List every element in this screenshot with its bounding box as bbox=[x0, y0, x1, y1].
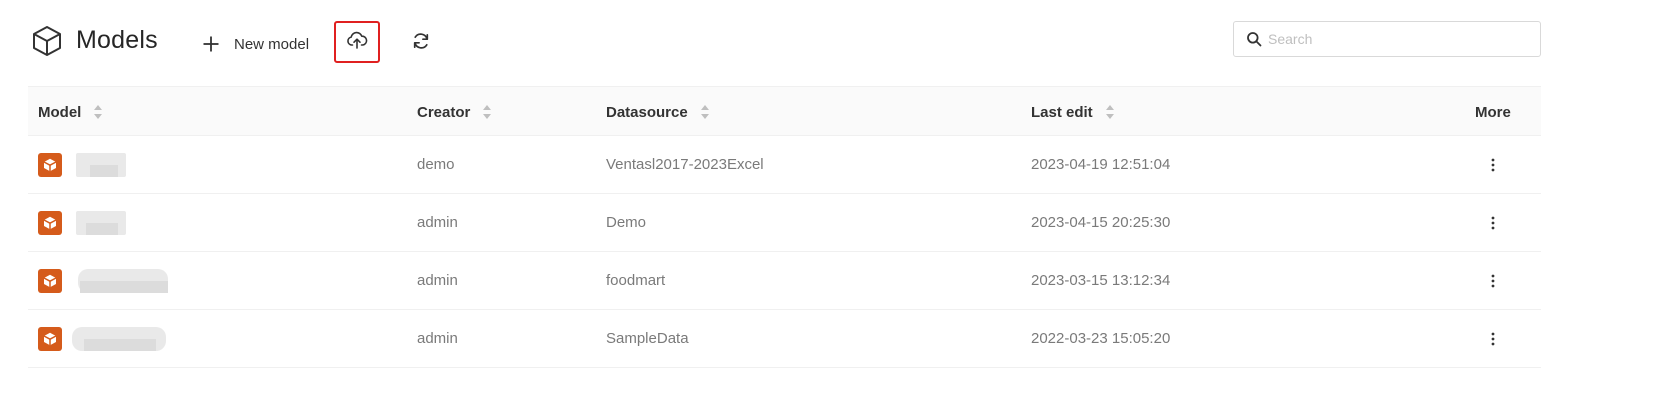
datasource-cell: Ventasl2017-2023Excel bbox=[606, 156, 764, 173]
table-row[interactable]: demo Ventasl2017-2023Excel 2023-04-19 12… bbox=[28, 136, 1541, 194]
sort-icon[interactable] bbox=[93, 104, 103, 120]
last-edit-cell: 2023-04-15 20:25:30 bbox=[1031, 214, 1171, 231]
column-label: Last edit bbox=[1031, 103, 1093, 121]
new-model-label: New model bbox=[234, 35, 310, 53]
table-row[interactable]: admin SampleData 2022-03-23 15:05:20 bbox=[28, 310, 1541, 368]
table-header: Model Creator Datasource Last edit More bbox=[28, 86, 1541, 136]
upload-model-button[interactable] bbox=[334, 21, 380, 63]
model-cube-icon bbox=[38, 152, 62, 177]
redacted-text bbox=[90, 164, 118, 177]
datasource-cell: SampleData bbox=[606, 330, 689, 347]
column-label: Creator bbox=[417, 103, 471, 121]
more-cell[interactable] bbox=[1485, 136, 1501, 193]
redacted-text bbox=[84, 338, 156, 351]
refresh-icon bbox=[411, 31, 431, 56]
column-label: Datasource bbox=[606, 103, 688, 121]
page-header: Models New model bbox=[0, 0, 1653, 86]
sort-icon[interactable] bbox=[700, 104, 710, 120]
redacted-text bbox=[86, 222, 118, 235]
model-cell[interactable] bbox=[38, 194, 130, 251]
model-cell[interactable] bbox=[38, 310, 170, 367]
sort-icon[interactable] bbox=[482, 104, 492, 120]
last-edit-cell: 2022-03-23 15:05:20 bbox=[1031, 330, 1171, 347]
column-label: More bbox=[1475, 103, 1511, 121]
page-title: Models bbox=[76, 26, 158, 54]
datasource-cell: foodmart bbox=[606, 272, 666, 289]
datasource-cell: Demo bbox=[606, 214, 647, 231]
new-model-button[interactable]: New model bbox=[198, 30, 309, 58]
model-name[interactable] bbox=[70, 266, 170, 296]
model-name[interactable] bbox=[70, 324, 170, 354]
more-cell[interactable] bbox=[1485, 194, 1501, 251]
more-vertical-icon[interactable] bbox=[1485, 157, 1501, 173]
models-table: Model Creator Datasource Last edit More bbox=[28, 86, 1541, 368]
table-row[interactable]: admin Demo 2023-04-15 20:25:30 bbox=[28, 194, 1541, 252]
creator-cell: admin bbox=[417, 272, 458, 289]
last-edit-cell: 2023-04-19 12:51:04 bbox=[1031, 156, 1171, 173]
column-header-model[interactable]: Model bbox=[38, 87, 103, 137]
creator-cell: demo bbox=[417, 156, 455, 173]
column-header-datasource[interactable]: Datasource bbox=[606, 87, 710, 137]
column-header-last-edit[interactable]: Last edit bbox=[1031, 87, 1115, 137]
model-name[interactable] bbox=[70, 150, 130, 180]
search-input[interactable] bbox=[1268, 31, 1518, 47]
search-box[interactable] bbox=[1233, 21, 1541, 57]
plus-icon bbox=[202, 35, 220, 53]
sort-icon[interactable] bbox=[1105, 104, 1115, 120]
refresh-button[interactable] bbox=[408, 30, 434, 56]
column-header-creator[interactable]: Creator bbox=[417, 87, 492, 137]
more-cell[interactable] bbox=[1485, 252, 1501, 309]
model-cell[interactable] bbox=[38, 136, 130, 193]
creator-cell: admin bbox=[417, 214, 458, 231]
more-vertical-icon[interactable] bbox=[1485, 331, 1501, 347]
model-cell[interactable] bbox=[38, 252, 170, 309]
column-header-more: More bbox=[1475, 87, 1511, 137]
model-name[interactable] bbox=[70, 208, 130, 238]
redacted-text bbox=[80, 280, 168, 293]
cloud-upload-icon bbox=[346, 31, 368, 54]
last-edit-cell: 2023-03-15 13:12:34 bbox=[1031, 272, 1171, 289]
table-row[interactable]: admin foodmart 2023-03-15 13:12:34 bbox=[28, 252, 1541, 310]
model-cube-icon bbox=[38, 268, 62, 293]
search-icon bbox=[1246, 31, 1262, 47]
creator-cell: admin bbox=[417, 330, 458, 347]
more-vertical-icon[interactable] bbox=[1485, 273, 1501, 289]
model-cube-icon bbox=[38, 210, 62, 235]
cube-outline-icon bbox=[30, 24, 64, 58]
column-label: Model bbox=[38, 103, 82, 121]
more-vertical-icon[interactable] bbox=[1485, 215, 1501, 231]
more-cell[interactable] bbox=[1485, 310, 1501, 367]
model-cube-icon bbox=[38, 326, 62, 351]
